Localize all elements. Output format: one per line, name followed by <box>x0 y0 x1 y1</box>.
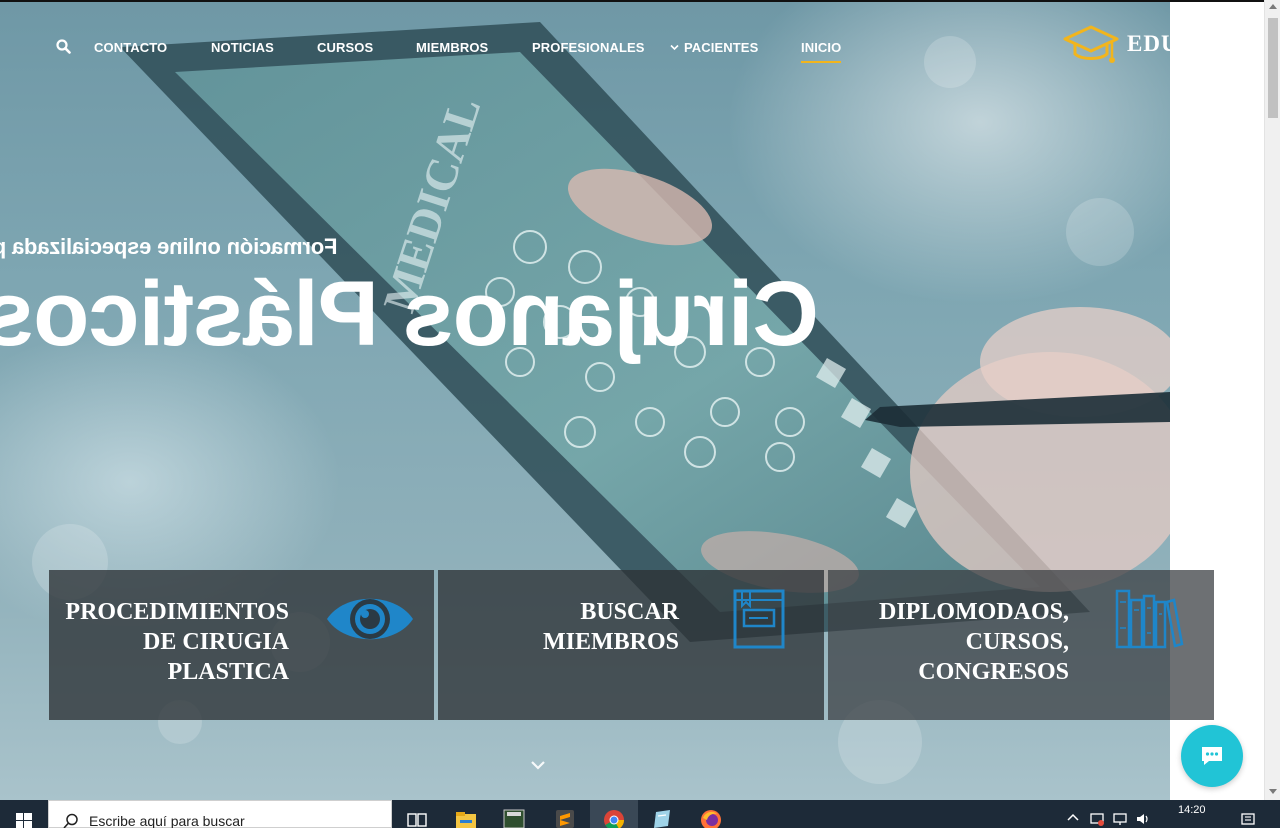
studio-app-icon[interactable] <box>502 808 526 828</box>
browser-viewport: MEDICAL CONTACTO NOTICIAS CURSOS MIEMBRO… <box>0 0 1280 800</box>
notifications-icon[interactable] <box>1240 812 1256 826</box>
nav-item-profesionales[interactable]: PROFESIONALES <box>532 40 645 55</box>
graduation-cap-icon[interactable] <box>1062 24 1120 68</box>
feature-box-label-line: CONGRESOS <box>918 659 1069 685</box>
chevron-up-icon[interactable] <box>1066 812 1080 822</box>
scroll-up-arrow[interactable] <box>1269 4 1277 9</box>
windows-start-icon[interactable] <box>0 800 48 828</box>
nav-item-pacientes[interactable]: PACIENTES <box>684 40 758 55</box>
page-scrollbar[interactable] <box>1264 0 1280 800</box>
taskbar-search-box[interactable]: Escribe aquí para buscar <box>48 800 392 828</box>
feature-box-label-line: DIPLOMODAOS, <box>878 599 1069 625</box>
feature-box-label-line: DE CIRUGIA <box>142 629 289 655</box>
scroll-down-chevron-icon[interactable] <box>530 760 546 772</box>
feature-box-label: BUSCAR MIEMBROS <box>543 597 679 657</box>
scroll-down-arrow[interactable] <box>1269 789 1277 794</box>
feature-box-label-line: CURSOS, <box>965 629 1069 655</box>
feature-box-label: DIPLOMODAOS, CURSOS, CONGRESOS <box>879 597 1069 687</box>
nav-item-miembros[interactable]: MIEMBROS <box>416 40 488 55</box>
hero-subtitle: Formación online especializada p <box>0 234 337 260</box>
chat-button[interactable] <box>1181 725 1243 787</box>
taskbar-clock[interactable]: 14:20 <box>1178 804 1206 816</box>
feature-box-buscar-miembros[interactable]: BUSCAR MIEMBROS <box>438 570 824 720</box>
windows-taskbar: Escribe aquí para buscar 14:20 <box>0 800 1280 828</box>
hero-title-text: Cirujanos Plásticos <box>0 263 819 365</box>
feature-box-label-line: BUSCAR <box>580 599 679 625</box>
network-warning-icon[interactable] <box>1089 812 1105 826</box>
eye-icon <box>327 598 413 640</box>
chevron-down-icon[interactable] <box>670 44 679 51</box>
sublime-text-icon[interactable] <box>553 808 577 828</box>
chat-icon <box>1202 747 1222 765</box>
book-icon <box>733 589 785 649</box>
window-top-edge <box>0 0 1264 2</box>
task-view-icon[interactable] <box>405 808 429 828</box>
feature-box-diplomados[interactable]: DIPLOMODAOS, CURSOS, CONGRESOS <box>828 570 1214 720</box>
nav-item-inicio[interactable]: INICIO <box>801 40 842 63</box>
search-icon <box>63 813 78 828</box>
firefox-icon[interactable] <box>699 808 723 828</box>
nav-item-noticias[interactable]: NOTICIAS <box>211 40 274 55</box>
feature-box-label: PROCEDIMIENTOS DE CIRUGIA PLASTICA <box>65 597 289 687</box>
feature-box-label-line: PROCEDIMIENTOS <box>65 599 289 625</box>
search-icon[interactable] <box>56 39 71 54</box>
volume-icon[interactable] <box>1135 812 1151 826</box>
scrollbar-thumb[interactable] <box>1268 18 1278 118</box>
chrome-icon[interactable] <box>602 808 626 828</box>
taskbar-search-placeholder: Escribe aquí para buscar <box>89 813 245 828</box>
nav-item-contacto[interactable]: CONTACTO <box>94 40 167 55</box>
feature-box-procedimientos[interactable]: PROCEDIMIENTOS DE CIRUGIA PLASTICA <box>49 570 434 720</box>
hero-title: Cirujanos Plásticos <box>0 263 819 365</box>
logo-text[interactable]: EDU <box>1127 31 1179 57</box>
monitor-icon[interactable] <box>1112 812 1128 826</box>
notes-app-icon[interactable] <box>650 808 674 828</box>
feature-box-label-line: MIEMBROS <box>542 629 679 655</box>
hero-subtitle-text: Formación online especializada p <box>0 234 338 259</box>
file-explorer-icon[interactable] <box>454 808 478 828</box>
feature-box-label-line: PLASTICA <box>167 659 289 685</box>
nav-item-cursos[interactable]: CURSOS <box>317 40 373 55</box>
books-icon <box>1115 589 1184 649</box>
